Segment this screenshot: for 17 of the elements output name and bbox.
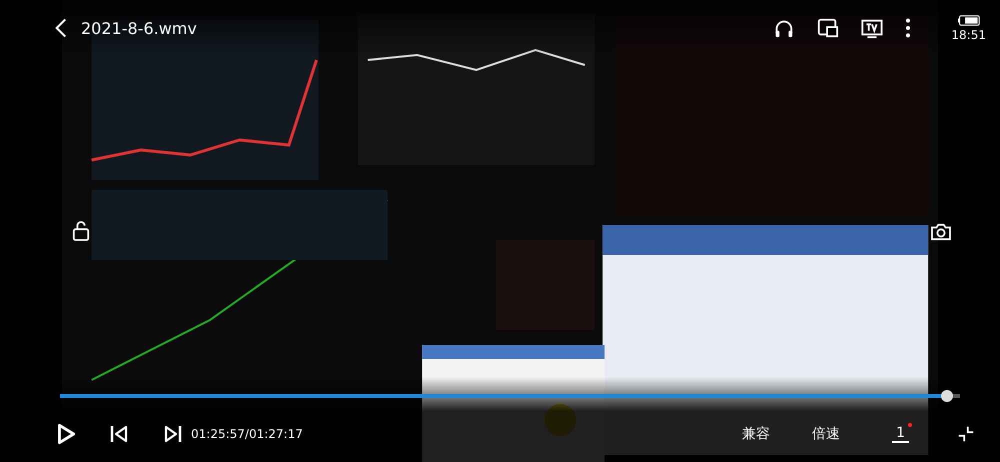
- episode-badge[interactable]: 1: [892, 425, 909, 443]
- fullscreen-icon[interactable]: [957, 425, 975, 443]
- tv-cast-icon[interactable]: [861, 17, 884, 39]
- option-button[interactable]: 倍速: [808, 423, 844, 445]
- lock-icon[interactable]: [72, 220, 90, 242]
- playback-time: 01:25:57/01:27:17: [191, 427, 303, 441]
- battery-icon: [958, 14, 980, 26]
- clock: 18:51: [951, 28, 986, 42]
- option-button[interactable]: 兼容: [738, 423, 774, 445]
- previous-icon[interactable]: [109, 424, 129, 444]
- picture-in-picture-icon[interactable]: [817, 17, 840, 39]
- camera-icon[interactable]: [930, 223, 952, 241]
- more-icon[interactable]: [905, 17, 912, 39]
- back-icon[interactable]: [55, 17, 67, 39]
- video-title: 2021-8-6.wmv: [81, 18, 197, 38]
- next-icon[interactable]: [163, 424, 183, 444]
- play-icon[interactable]: [55, 422, 77, 446]
